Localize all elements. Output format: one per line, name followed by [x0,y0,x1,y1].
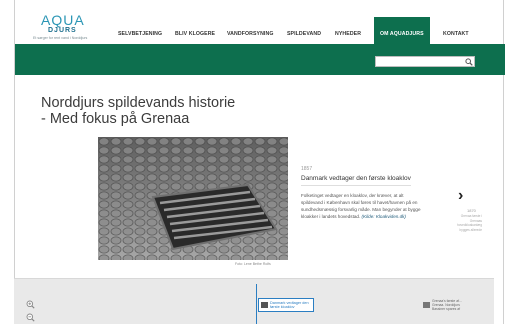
timeline-event[interactable]: Grenaa's første af... Grenaa. Norddjurs … [423,298,491,312]
timeline-event-label: Grenaa's første af... Grenaa. Norddjurs … [432,299,462,312]
main-nav: SELVBETJENING BLIV KLOGERE VANDFORSYNING… [15,17,505,44]
timeline-thumbnail [261,302,268,308]
slide-heading: Danmark vedtager den første kloaklov [301,175,411,182]
zoom-out-icon [26,313,35,322]
nav-item-nyheder[interactable]: NYHEDER [335,31,361,37]
search-icon [465,57,473,66]
nav-item-vandforsyning[interactable]: VANDFORSYNING [227,31,273,37]
drain-grate-photo [98,137,288,260]
photo-credit: Foto: Lene Bethe Rolfs [235,262,271,266]
search-button[interactable] [463,56,475,67]
page-frame: AQUA DJURS Et sørger for rent vand i Nor… [14,0,505,324]
nav-item-om-aquadjurs[interactable]: OM AQUADJURS [374,17,430,44]
nav-item-kontakt[interactable]: KONTAKT [443,31,469,37]
timeline-navigator[interactable] [14,278,494,324]
search-input[interactable] [375,56,475,67]
zoom-in-button[interactable] [26,296,35,309]
slide-divider [301,185,411,186]
timeline-thumbnail [423,302,430,308]
next-slide-arrow-icon[interactable]: › [458,188,463,204]
slide-year: 1857 [301,166,313,172]
timeline-event-label: Danmark vedtager den første kloaklov [270,300,309,309]
nav-item-spildevand[interactable]: SPILDEVAND [287,31,321,37]
page-title-line1: Norddjurs spildevands historie [41,95,236,111]
page-title: Norddjurs spildevands historie - Med fok… [41,95,235,127]
slide-photo [98,137,288,260]
zoom-out-button[interactable] [26,309,35,322]
next-slide-year[interactable]: 1870 [467,208,476,213]
page-title-line2: - Med fokus på Grenaa [41,111,190,127]
timeline-current-marker [256,284,257,324]
nav-item-bliv-klogere[interactable]: BLIV KLOGERE [175,31,215,37]
nav-item-selvbetjening[interactable]: SELVBETJENING [118,31,162,37]
slide-body: Folketinget vedtager en kloaklov, der kr… [301,192,426,220]
next-slide-preview[interactable]: Grenaa første i Grenaas hovedkloakanlæg … [456,214,482,232]
slide-source-link[interactable]: (Kilde: Kloakviden.dk) [362,214,406,219]
timeline-event-active[interactable]: Danmark vedtager den første kloaklov [258,298,314,312]
timeline-event-line: Bassiner spares af [432,307,461,312]
zoom-in-icon [26,300,35,309]
